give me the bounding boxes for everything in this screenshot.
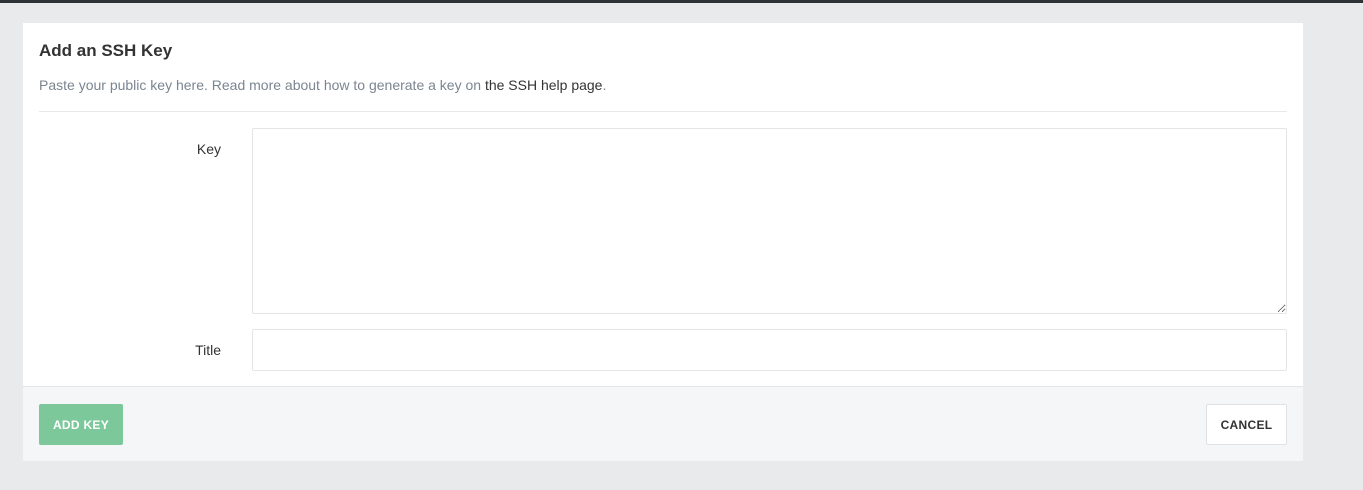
form-footer: ADD KEY CANCEL <box>23 386 1303 461</box>
panel-description-end: . <box>602 77 607 93</box>
divider <box>39 111 1287 112</box>
panel-description: Paste your public key here. Read more ab… <box>39 75 606 95</box>
key-label: Key <box>196 141 221 157</box>
cancel-button[interactable]: CANCEL <box>1206 404 1287 445</box>
add-key-button[interactable]: ADD KEY <box>39 404 123 445</box>
panel-title: Add an SSH Key <box>39 41 173 60</box>
add-ssh-key-panel: Add an SSH Key Paste your public key her… <box>23 23 1303 461</box>
key-textarea[interactable] <box>252 128 1287 314</box>
ssh-help-page-link[interactable]: the SSH help page <box>485 77 603 93</box>
panel-description-text: Paste your public key here. Read more ab… <box>39 77 485 93</box>
title-label: Title <box>195 342 221 358</box>
title-input[interactable] <box>252 329 1287 371</box>
top-bar <box>0 0 1363 3</box>
